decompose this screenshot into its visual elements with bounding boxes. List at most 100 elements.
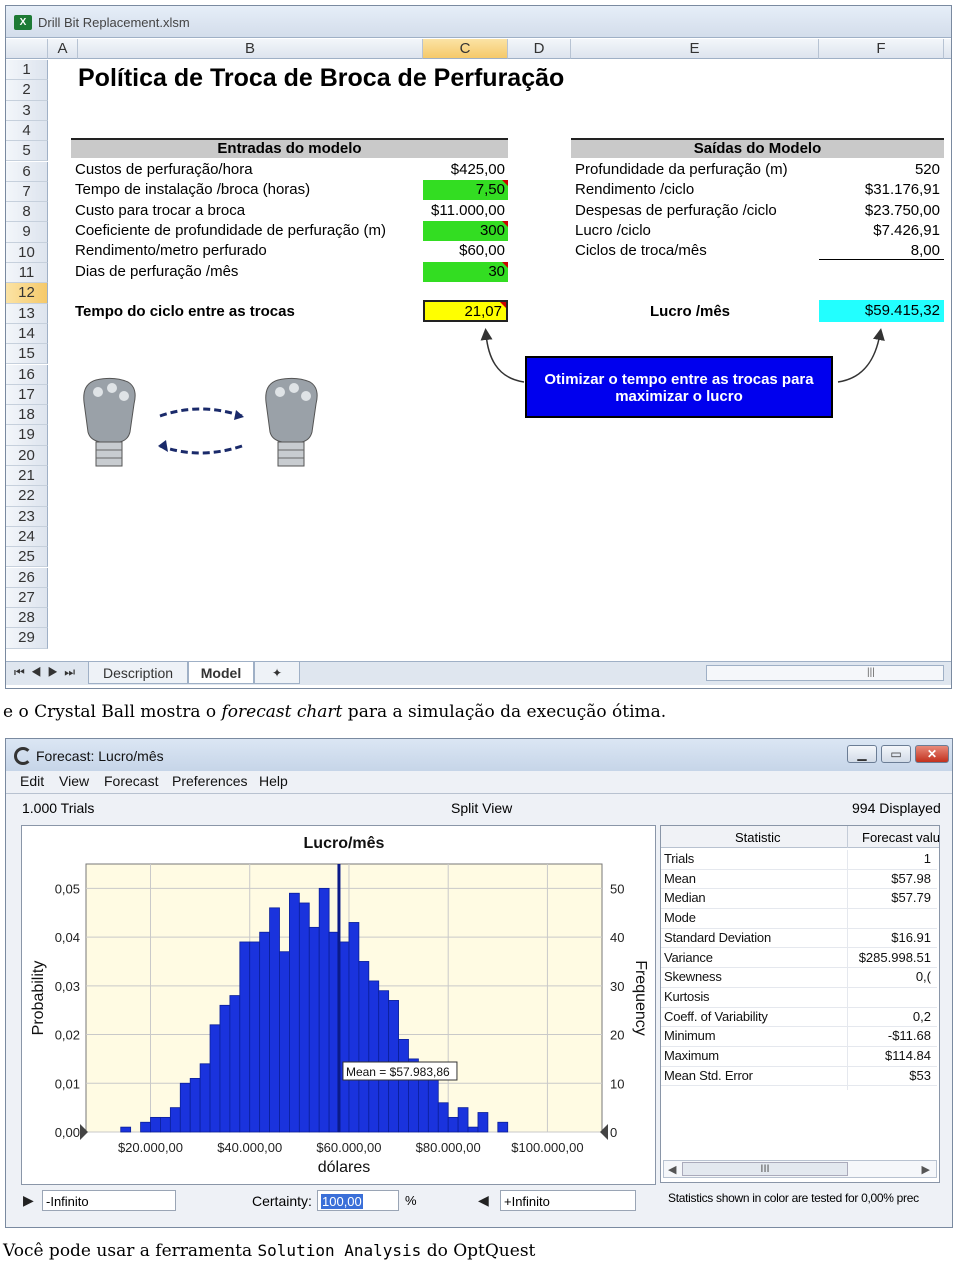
y-left-tick-label: 0,01 [55, 1076, 80, 1091]
row-header-12[interactable]: 12 [6, 283, 48, 304]
horizontal-scrollbar[interactable]: ||| [706, 665, 944, 681]
stat-name: Mean Std. Error [664, 1067, 753, 1083]
stats-horizontal-scrollbar[interactable]: ◀ III ▶ [663, 1160, 937, 1178]
cycle-time-label: Tempo do ciclo entre as trocas [75, 303, 295, 320]
certainty-field[interactable]: 100,00 [317, 1190, 399, 1211]
select-all-corner[interactable] [6, 39, 48, 59]
histogram-bar [269, 907, 280, 1133]
input-label: Tempo de instalação /broca (horas) [75, 181, 311, 199]
menu-edit[interactable]: Edit [20, 773, 44, 789]
stats-note: Statistics shown in color are tested for… [668, 1191, 919, 1205]
row-header-9[interactable]: 9 [6, 222, 48, 243]
row-header-8[interactable]: 8 [6, 202, 48, 223]
histogram-bar [249, 941, 261, 1133]
histogram-bar [497, 1121, 509, 1133]
right-bound-field[interactable]: +Infinito [500, 1190, 636, 1211]
crystal-ball-icon [14, 747, 32, 765]
column-header-f[interactable]: F [819, 39, 944, 59]
tab-scroll-arrows[interactable]: ⏮◀▶⏭ [14, 665, 81, 680]
forecast-window: Forecast: Lucro/mês ▁ ▭ ✕ Edit View Fore… [5, 738, 953, 1228]
input-label: Custos de perfuração/hora [75, 161, 253, 178]
row-header-1[interactable]: 1 [6, 60, 48, 81]
row-header-27[interactable]: 27 [6, 587, 48, 609]
tab-description[interactable]: Description [88, 662, 188, 684]
row-header-3[interactable]: 3 [6, 100, 48, 121]
close-button[interactable]: ✕ [915, 745, 949, 763]
menu-forecast[interactable]: Forecast [104, 773, 158, 789]
row-header-28[interactable]: 28 [6, 608, 48, 629]
new-sheet-icon[interactable]: ✦ [254, 662, 300, 684]
left-grabber-icon[interactable]: ▶ [23, 1192, 34, 1209]
stats-col-value: Forecast valu [847, 826, 939, 848]
row-header-13[interactable]: 13 [6, 303, 48, 324]
row-header-4[interactable]: 4 [6, 120, 48, 142]
menu-preferences[interactable]: Preferences [172, 773, 247, 789]
histogram-bar [447, 1116, 459, 1133]
histogram-bar [239, 941, 251, 1133]
histogram-bar [189, 1077, 201, 1133]
output-value[interactable]: $31.176,91 [819, 180, 940, 200]
stat-name: Skewness [664, 969, 722, 985]
x-tick-label: $20.000,00 [118, 1140, 183, 1155]
input-value[interactable]: $60,00 [423, 241, 508, 261]
maximize-button[interactable]: ▭ [881, 745, 911, 763]
profit-month-cell[interactable]: $59.415,32 [819, 300, 944, 322]
output-value[interactable]: 520 [819, 160, 940, 180]
output-value[interactable]: $23.750,00 [819, 201, 940, 221]
column-header-a[interactable]: A [48, 39, 78, 59]
row-header-10[interactable]: 10 [6, 242, 48, 263]
chart-title: Lucro/mês [304, 835, 385, 852]
cycle-time-cell[interactable]: 21,07 [423, 300, 508, 322]
row-header-21[interactable]: 21 [6, 466, 48, 487]
histogram-bar [457, 1107, 469, 1133]
right-grabber-icon[interactable]: ◀ [478, 1192, 489, 1209]
column-header-e[interactable]: E [571, 39, 819, 59]
column-header-d[interactable]: D [508, 39, 571, 59]
row-header-22[interactable]: 22 [6, 486, 48, 507]
row-header-15[interactable]: 15 [6, 344, 48, 365]
column-header-c[interactable]: C [423, 39, 508, 59]
row-header-2[interactable]: 2 [6, 80, 48, 101]
row-header-5[interactable]: 5 [6, 141, 48, 162]
row-header-14[interactable]: 14 [6, 323, 48, 345]
row-header-18[interactable]: 18 [6, 405, 48, 426]
row-header-23[interactable]: 23 [6, 506, 48, 527]
column-header-g[interactable] [944, 39, 951, 59]
row-header-19[interactable]: 19 [6, 425, 48, 446]
column-header-b[interactable]: B [78, 39, 423, 59]
y-left-tick-label: 0,05 [55, 881, 80, 896]
input-value[interactable]: 7,50 [423, 180, 508, 201]
left-bound-field[interactable]: -Infinito [42, 1190, 176, 1211]
row-header-16[interactable]: 16 [6, 364, 48, 385]
row-header-11[interactable]: 11 [6, 263, 48, 284]
input-value[interactable]: 300 [423, 220, 508, 241]
input-value[interactable]: 30 [423, 261, 508, 282]
menu-help[interactable]: Help [259, 773, 288, 789]
stat-value: 1 [923, 851, 931, 866]
tab-model[interactable]: Model [188, 662, 254, 684]
row-header-17[interactable]: 17 [6, 384, 48, 406]
stat-row: Standard Deviation $16.91 [661, 929, 937, 949]
histogram-bar [427, 1077, 439, 1133]
y-left-tick-label: 0,03 [55, 979, 80, 994]
input-value[interactable]: $11.000,00 [423, 201, 508, 221]
input-label: Custo para trocar a broca [75, 201, 246, 219]
stat-value: $57.79 [891, 890, 931, 906]
histogram-bar [378, 990, 390, 1133]
cycle-arrow-bottom [159, 444, 243, 455]
row-header-25[interactable]: 25 [6, 547, 48, 568]
row-header-6[interactable]: 6 [6, 161, 48, 182]
menu-view[interactable]: View [59, 773, 89, 789]
outputs-header: Saídas do Modelo [571, 138, 944, 158]
stat-name: Mode [664, 910, 696, 926]
row-header-7[interactable]: 7 [6, 181, 48, 203]
row-header-24[interactable]: 24 [6, 526, 48, 548]
row-header-26[interactable]: 26 [6, 567, 48, 588]
row-header-20[interactable]: 20 [6, 445, 48, 466]
sheet-title: Política de Troca de Broca de Perfuração [78, 64, 565, 92]
input-value[interactable]: $425,00 [423, 160, 508, 180]
minimize-button[interactable]: ▁ [847, 745, 877, 763]
output-value[interactable]: $7.426,91 [819, 221, 940, 241]
row-header-29[interactable]: 29 [6, 628, 48, 649]
y-left-axis-label: Probability [30, 961, 47, 1036]
